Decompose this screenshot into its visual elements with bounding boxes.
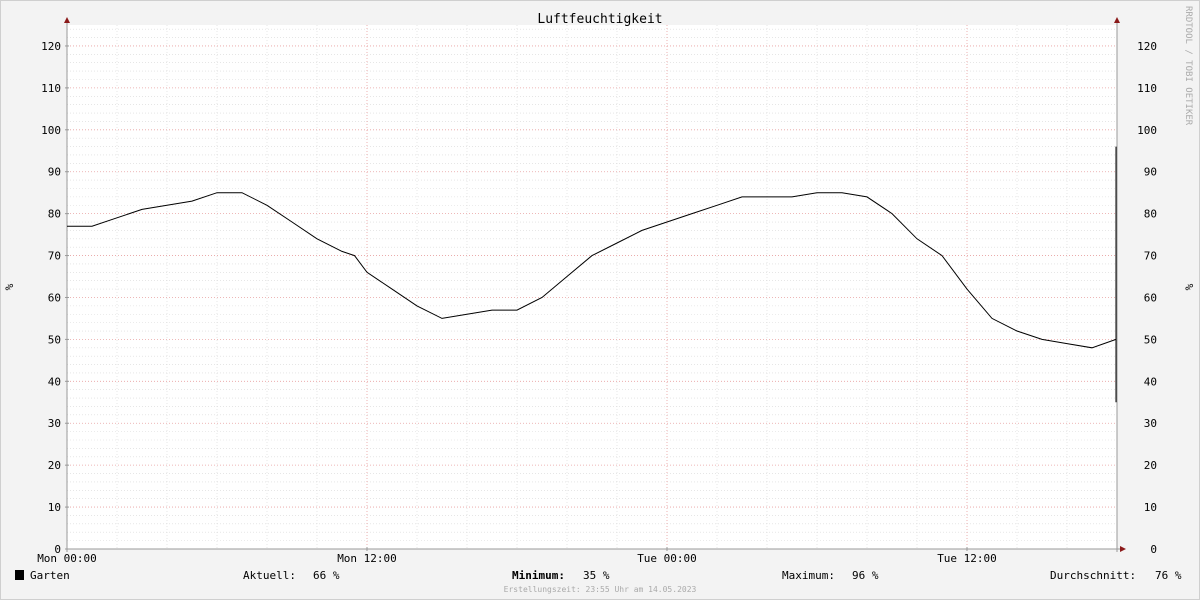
- y-tick-label-left: 60: [48, 291, 61, 304]
- watermark: RRDTOOL / TOBI OETIKER: [1183, 6, 1193, 126]
- legend-max-label: Maximum:: [782, 569, 835, 582]
- y-tick-label-right: 70: [1144, 250, 1157, 263]
- y-tick-label-right: 0: [1150, 543, 1157, 556]
- x-tick-label: Mon 12:00: [337, 552, 397, 565]
- legend-min-label: Minimum:: [512, 569, 565, 582]
- y-tick-label-left: 50: [48, 333, 61, 346]
- y-tick-label-right: 120: [1137, 40, 1157, 53]
- y-tick-label-left: 100: [41, 124, 61, 137]
- y-tick-label-left: 70: [48, 250, 61, 263]
- y-tick-label-left: 110: [41, 82, 61, 95]
- y-tick-label-left: 10: [48, 501, 61, 514]
- y-tick-label-right: 20: [1144, 459, 1157, 472]
- y-tick-label-right: 30: [1144, 417, 1157, 430]
- legend-max-value: 96 %: [852, 569, 879, 582]
- legend-current-label: Aktuell:: [243, 569, 296, 582]
- y-tick-label-left: 40: [48, 375, 61, 388]
- legend-min-value: 35 %: [583, 569, 610, 582]
- x-tick-label: Mon 00:00: [37, 552, 97, 565]
- y-tick-label-left: 30: [48, 417, 61, 430]
- footer-timestamp: Erstellungszeit: 23:55 Uhr am 14.05.2023: [504, 585, 697, 594]
- plot-background: [67, 25, 1117, 549]
- y-tick-label-right: 100: [1137, 124, 1157, 137]
- legend-current-value: 66 %: [313, 569, 340, 582]
- y-tick-label-right: 110: [1137, 82, 1157, 95]
- chart-title: Luftfeuchtigkeit: [537, 12, 662, 27]
- humidity-chart: 0102030405060708090100110120 01020304050…: [0, 0, 1200, 600]
- legend-series-name: Garten: [30, 569, 70, 582]
- y-tick-label-right: 60: [1144, 291, 1157, 304]
- y-tick-label-right: 10: [1144, 501, 1157, 514]
- y-tick-label-left: 90: [48, 166, 61, 179]
- legend-swatch-garten: [15, 570, 24, 580]
- y-tick-label-right: 40: [1144, 375, 1157, 388]
- y-tick-label-left: 120: [41, 40, 61, 53]
- x-tick-label: Tue 00:00: [637, 552, 697, 565]
- y-axis-label-left: %: [3, 283, 16, 290]
- y-tick-label-right: 90: [1144, 166, 1157, 179]
- legend-avg-label: Durchschnitt:: [1050, 569, 1136, 582]
- y-tick-label-right: 80: [1144, 208, 1157, 221]
- y-tick-label-left: 80: [48, 208, 61, 221]
- legend-avg-value: 76 %: [1155, 569, 1182, 582]
- y-tick-label-left: 20: [48, 459, 61, 472]
- y-tick-label-right: 50: [1144, 333, 1157, 346]
- x-tick-label: Tue 12:00: [937, 552, 997, 565]
- y-axis-label-right: %: [1183, 283, 1196, 290]
